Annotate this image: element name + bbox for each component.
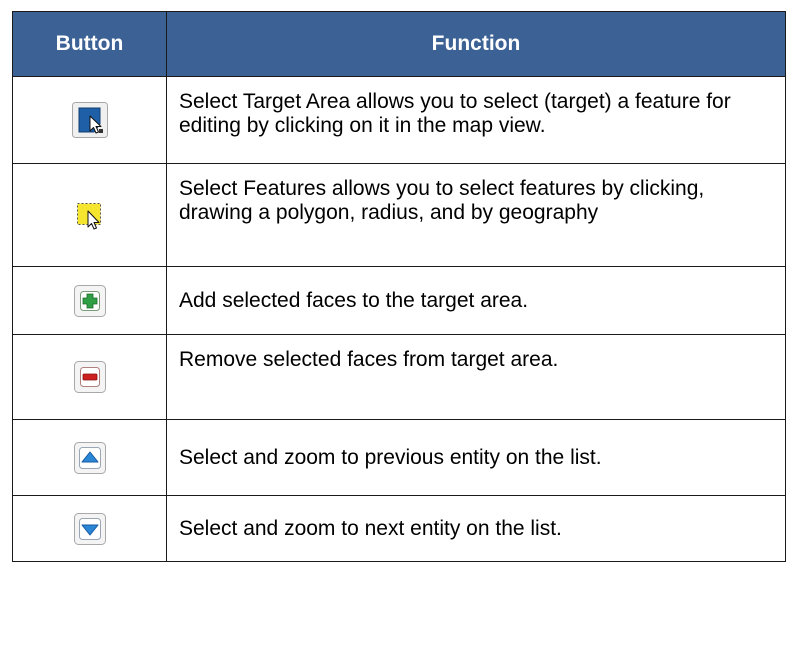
button-cell [12, 266, 167, 335]
remove-icon[interactable] [72, 359, 108, 395]
header-button: Button [12, 11, 167, 77]
next-icon[interactable] [72, 511, 108, 547]
add-icon[interactable] [72, 283, 108, 319]
button-cell [12, 76, 167, 164]
select-features-icon[interactable] [72, 197, 108, 233]
function-cell: Remove selected faces from target area. [166, 334, 786, 420]
button-cell [12, 163, 167, 267]
table-row: Select Features allows you to select fea… [12, 163, 786, 267]
select-target-area-icon[interactable] [71, 102, 108, 138]
table-row: Select and zoom to previous entity on th… [12, 419, 786, 496]
previous-icon[interactable] [72, 440, 108, 476]
table-row: Select and zoom to next entity on the li… [12, 495, 786, 562]
table-row: Remove selected faces from target area. [12, 334, 786, 420]
header-function: Function [166, 11, 786, 77]
button-cell [12, 334, 167, 420]
button-cell [12, 419, 167, 496]
header-row: Button Function [12, 11, 786, 77]
table-row: Select Target Area allows you to select … [12, 76, 786, 164]
button-cell [12, 495, 167, 562]
function-cell: Select and zoom to next entity on the li… [166, 495, 786, 562]
table-row: Add selected faces to the target area. [12, 266, 786, 335]
function-cell: Add selected faces to the target area. [166, 266, 786, 335]
function-cell: Select and zoom to previous entity on th… [166, 419, 786, 496]
button-function-table: Button Function Select Target Area allow… [12, 11, 786, 562]
function-cell: Select Features allows you to select fea… [166, 163, 786, 267]
function-cell: Select Target Area allows you to select … [166, 76, 786, 164]
